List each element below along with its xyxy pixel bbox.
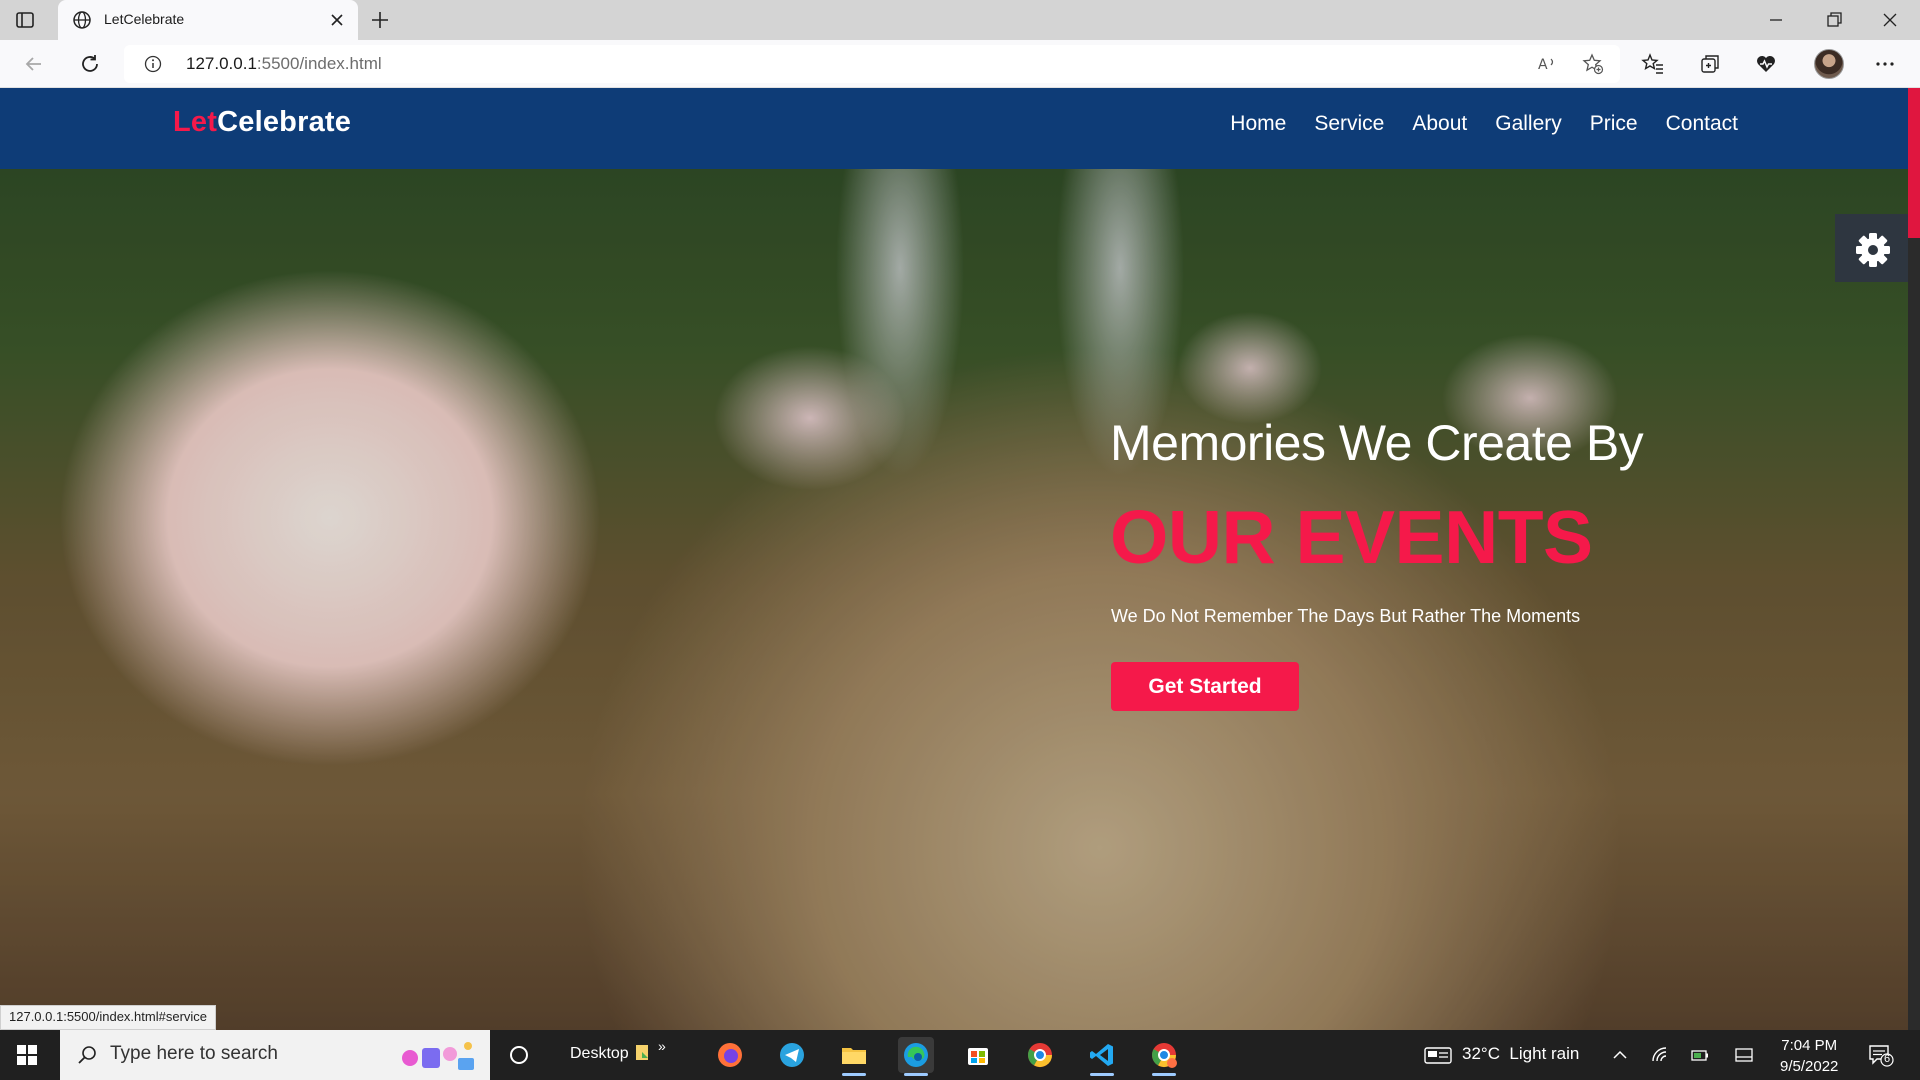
clock-date: 9/5/2022 (1780, 1058, 1839, 1075)
settings-toggle-button[interactable] (1835, 214, 1908, 282)
browser-tab[interactable]: LetCelebrate (58, 0, 358, 40)
page-viewport: LetCelebrate Home Service About Gallery … (0, 88, 1920, 1030)
notification-count-badge: 6 (1884, 1053, 1891, 1065)
file-explorer-app-icon[interactable] (836, 1037, 872, 1076)
more-options-icon[interactable] (1873, 52, 1897, 76)
telegram-app-icon[interactable] (774, 1037, 810, 1073)
weather-text[interactable]: 32°C Light rain (1462, 1044, 1579, 1064)
tab-title: LetCelebrate (104, 11, 185, 27)
url-input[interactable]: 127.0.0.1:5500/index.html A (124, 45, 1620, 83)
search-icon (78, 1046, 96, 1064)
site-navbar: LetCelebrate Home Service About Gallery … (0, 88, 1908, 169)
desktop-toolbar-label[interactable]: Desktop (570, 1045, 629, 1063)
nav-link-price[interactable]: Price (1590, 112, 1638, 136)
clock-time: 7:04 PM (1781, 1037, 1838, 1054)
edge-app-icon[interactable] (898, 1037, 934, 1076)
scrollbar-thumb[interactable] (1908, 88, 1920, 238)
refresh-icon[interactable] (78, 52, 102, 76)
weather-icon[interactable] (1424, 1045, 1452, 1065)
site-logo[interactable]: LetCelebrate (173, 106, 351, 139)
firefox-app-icon[interactable] (712, 1037, 748, 1073)
window-close-icon[interactable] (1878, 8, 1902, 32)
link-status-tooltip: 127.0.0.1:5500/index.html#service (0, 1005, 217, 1030)
logo-part-celebrate: Celebrate (217, 106, 352, 138)
chrome-app-icon[interactable] (1022, 1037, 1058, 1073)
nav-link-gallery[interactable]: Gallery (1495, 112, 1562, 136)
windows-taskbar: Type here to search Desktop » 32°C Light… (0, 1030, 1920, 1080)
toolbar-overflow-icon[interactable]: » (658, 1038, 666, 1054)
gear-icon (1856, 233, 1890, 267)
favorites-icon[interactable] (1641, 52, 1665, 76)
tab-actions-icon[interactable] (14, 9, 36, 31)
restore-icon[interactable] (1822, 8, 1846, 32)
url-text: 127.0.0.1:5500/index.html (186, 54, 382, 73)
site-menu: Home Service About Gallery Price Contact (1230, 112, 1738, 136)
browser-essentials-icon[interactable] (1754, 52, 1778, 76)
hero-title: OUR EVENTS (1110, 495, 1593, 579)
get-started-button[interactable]: Get Started (1111, 662, 1299, 711)
hero-tagline: We Do Not Remember The Days But Rather T… (1111, 606, 1581, 626)
chevron-up-icon[interactable] (1610, 1045, 1630, 1065)
search-highlight-illustration-icon (402, 1042, 474, 1070)
browser-address-bar: 127.0.0.1:5500/index.html A (0, 40, 1920, 88)
system-clock[interactable]: 7:04 PM 9/5/2022 (1780, 1035, 1838, 1077)
hero-subtitle: Memories We Create By (1110, 415, 1644, 471)
info-icon[interactable] (144, 55, 162, 73)
taskbar-search-box[interactable]: Type here to search (60, 1030, 490, 1080)
nav-link-about[interactable]: About (1412, 112, 1467, 136)
add-favorite-icon[interactable] (1582, 53, 1604, 75)
logo-part-let: Let (173, 106, 218, 138)
windows-start-icon[interactable] (16, 1044, 38, 1066)
chrome-profile-app-icon[interactable] (1146, 1037, 1182, 1076)
hero-background-image (0, 88, 1908, 1030)
search-placeholder: Type here to search (110, 1043, 278, 1064)
desktop-file-icon (636, 1045, 648, 1060)
new-tab-icon[interactable] (368, 8, 392, 32)
globe-icon (73, 11, 91, 29)
svg-text:A: A (1538, 57, 1548, 73)
read-aloud-icon[interactable]: A (1536, 53, 1558, 75)
nav-link-service[interactable]: Service (1314, 112, 1384, 136)
vscode-app-icon[interactable] (1084, 1037, 1120, 1076)
profile-avatar[interactable] (1814, 49, 1844, 79)
back-arrow-icon[interactable] (22, 52, 46, 76)
hero-overlay (0, 88, 1908, 1030)
wifi-icon[interactable] (1650, 1045, 1670, 1065)
cortana-icon[interactable] (508, 1044, 530, 1066)
nav-link-home[interactable]: Home (1230, 112, 1286, 136)
close-icon[interactable] (328, 11, 346, 29)
microsoft-store-app-icon[interactable] (960, 1037, 996, 1073)
battery-icon[interactable] (1690, 1045, 1710, 1065)
nav-link-contact[interactable]: Contact (1666, 112, 1738, 136)
browser-tab-bar: LetCelebrate (0, 0, 1920, 40)
minimize-icon[interactable] (1764, 8, 1788, 32)
input-indicator-icon[interactable] (1734, 1045, 1754, 1065)
collections-icon[interactable] (1698, 52, 1722, 76)
